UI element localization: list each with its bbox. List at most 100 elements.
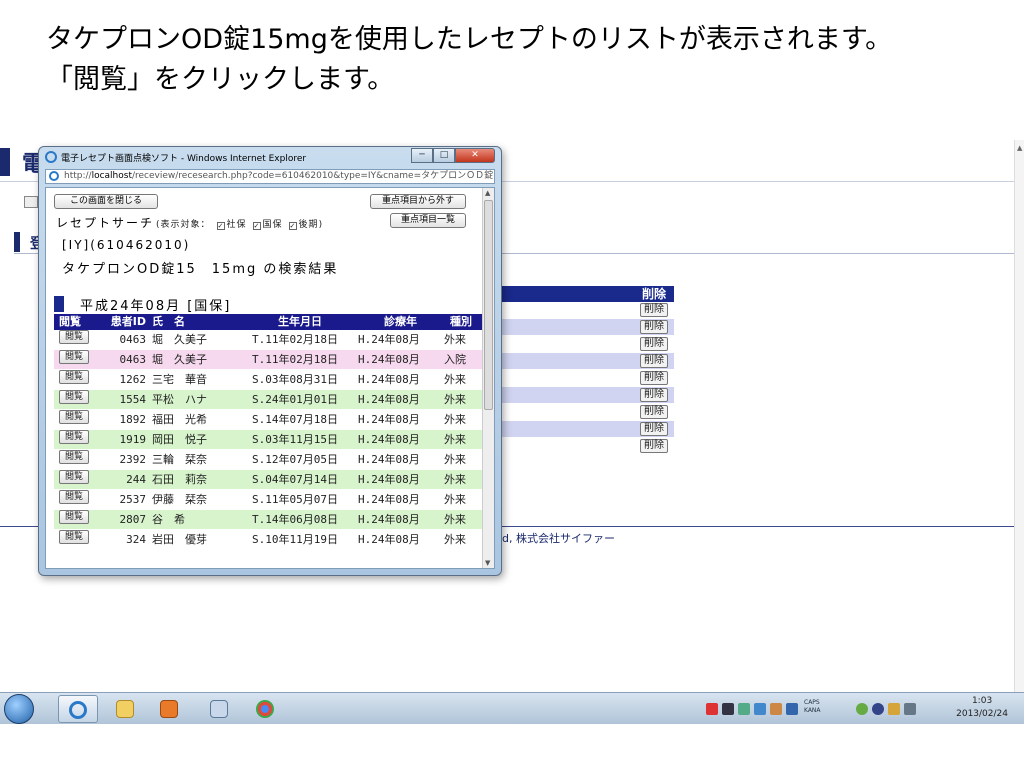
treatment-month: H.24年08月 [358,373,420,386]
view-button[interactable]: 閲覧 [59,450,89,464]
visit-type: 外来 [444,533,466,546]
tray-icon-1[interactable] [706,703,718,715]
view-button[interactable]: 閲覧 [59,490,89,504]
background-small-button[interactable] [24,196,38,208]
view-button[interactable]: 閲覧 [59,510,89,524]
band-mark [14,232,20,252]
patient-name: 三宅 華音 [152,373,207,386]
tray-icon-2[interactable] [722,703,734,715]
view-button[interactable]: 閲覧 [59,430,89,444]
treatment-month: H.24年08月 [358,353,420,366]
system-tray: CAPS KANA [706,697,920,721]
kana-label: KANA [804,707,821,714]
media-icon [160,700,178,718]
view-button[interactable]: 閲覧 [59,530,89,544]
visit-type: 外来 [444,513,466,526]
taskbar-chrome[interactable] [246,695,286,723]
background-row: 削除 [500,302,674,319]
slide-caption: タケプロンOD錠15mgを使用したレセプトのリストが表示されます。 「閲覧」をク… [46,20,1006,100]
network-icon[interactable] [856,703,868,715]
ie-icon [45,151,57,163]
table-row: 閲覧 0463 堀 久美子 T.11年02月18日 H.24年08月 外来 [54,330,482,350]
view-button[interactable]: 閲覧 [59,390,89,404]
filter-kouki-label: 後期 [298,220,319,230]
scroll-thumb[interactable] [484,200,493,410]
remove-priority-button[interactable]: 重点項目から外す [370,194,466,209]
taskbar-app[interactable] [200,695,240,723]
birth-date: S.12年07月05日 [252,453,338,466]
background-row: 削除 [500,319,674,336]
scroll-up-icon[interactable]: ▲ [1017,144,1022,152]
address-bar[interactable]: http://localhost/receview/recesearch.php… [45,169,495,184]
checkbox-shaho[interactable]: ✓ [216,222,225,230]
patient-name: 石田 莉奈 [152,473,207,486]
table-row: 閲覧 0463 堀 久美子 T.11年02月18日 H.24年08月 入院 [54,350,482,370]
birth-date: T.11年02月18日 [252,353,338,366]
delete-button[interactable]: 削除 [640,388,668,402]
volume-icon[interactable] [904,703,916,715]
clock[interactable]: 1:03 2013/02/24 [956,695,1008,721]
header-name: 氏 名 [152,315,185,328]
minimize-button[interactable]: ─ [411,148,433,163]
tray-icon-6[interactable] [786,703,798,715]
table-row: 閲覧 1262 三宅 華音 S.03年08月31日 H.24年08月 外来 [54,370,482,390]
delete-button[interactable]: 削除 [640,320,668,334]
delete-button[interactable]: 削除 [640,337,668,351]
start-button[interactable] [4,694,34,724]
flag-icon[interactable] [888,703,900,715]
background-row: 削除 [500,370,674,387]
window-title: 電子レセプト画面点検ソフト - Windows Internet Explore… [61,154,307,164]
tray-icon-3[interactable] [738,703,750,715]
checkbox-kokuho[interactable]: ✓ [252,222,261,230]
view-button[interactable]: 閲覧 [59,350,89,364]
visit-type: 外来 [444,333,466,346]
patient-id: 244 [126,473,146,486]
month-heading-text: 平成24年08月 [国保] [80,299,232,314]
maximize-button[interactable]: □ [433,148,455,163]
filter-shaho-label: 社保 [226,220,247,230]
background-row: 削除 [500,404,674,421]
title-bar[interactable]: 電子レセプト画面点検ソフト - Windows Internet Explore… [39,147,501,167]
header-type: 種別 [450,315,472,328]
delete-button[interactable]: 削除 [640,439,668,453]
patient-id: 1554 [119,393,147,406]
visit-type: 入院 [444,353,466,366]
view-button[interactable]: 閲覧 [59,410,89,424]
scroll-up-icon[interactable]: ▲ [485,189,490,197]
sync-icon[interactable] [872,703,884,715]
page-scrollbar[interactable]: ▲ [1014,140,1024,692]
header-view: 閲覧 [59,315,81,328]
popup-scrollbar[interactable]: ▲ ▼ [482,188,494,568]
view-button[interactable]: 閲覧 [59,470,89,484]
scroll-down-icon[interactable]: ▼ [485,559,490,567]
taskbar-media[interactable] [150,695,190,723]
ie-icon [69,701,87,719]
background-delete-table: 削除 削除 削除 削除 削除 削除 削除 削除 削除 削除 [500,286,674,455]
close-button[interactable]: ✕ [455,148,495,163]
birth-date: S.03年08月31日 [252,373,338,386]
priority-list-button[interactable]: 重点項目一覧 [390,213,466,228]
tray-icon-4[interactable] [754,703,766,715]
delete-button[interactable]: 削除 [640,371,668,385]
close-page-button[interactable]: この画面を閉じる [54,194,158,209]
checkbox-kouki[interactable]: ✓ [288,222,297,230]
visit-type: 外来 [444,413,466,426]
patient-id: 1892 [119,413,147,426]
visit-type: 外来 [444,493,466,506]
filter-close: ) [318,220,324,230]
delete-button[interactable]: 削除 [640,405,668,419]
delete-button[interactable]: 削除 [640,422,668,436]
birth-date: S.04年07月14日 [252,473,338,486]
table-row: 閲覧 1919 岡田 悦子 S.03年11月15日 H.24年08月 外来 [54,430,482,450]
background-row: 削除 [500,353,674,370]
taskbar-ie[interactable] [58,695,98,723]
table-row: 閲覧 244 石田 莉奈 S.04年07月14日 H.24年08月 外来 [54,470,482,490]
url-rest: /receview/recesearch.php?code=610462010&… [131,171,495,181]
tray-icon-5[interactable] [770,703,782,715]
view-button[interactable]: 閲覧 [59,330,89,344]
view-button[interactable]: 閲覧 [59,370,89,384]
taskbar-explorer[interactable] [106,695,146,723]
month-heading: 平成24年08月 [国保] [54,294,482,314]
delete-button[interactable]: 削除 [640,354,668,368]
delete-button[interactable]: 削除 [640,303,668,317]
